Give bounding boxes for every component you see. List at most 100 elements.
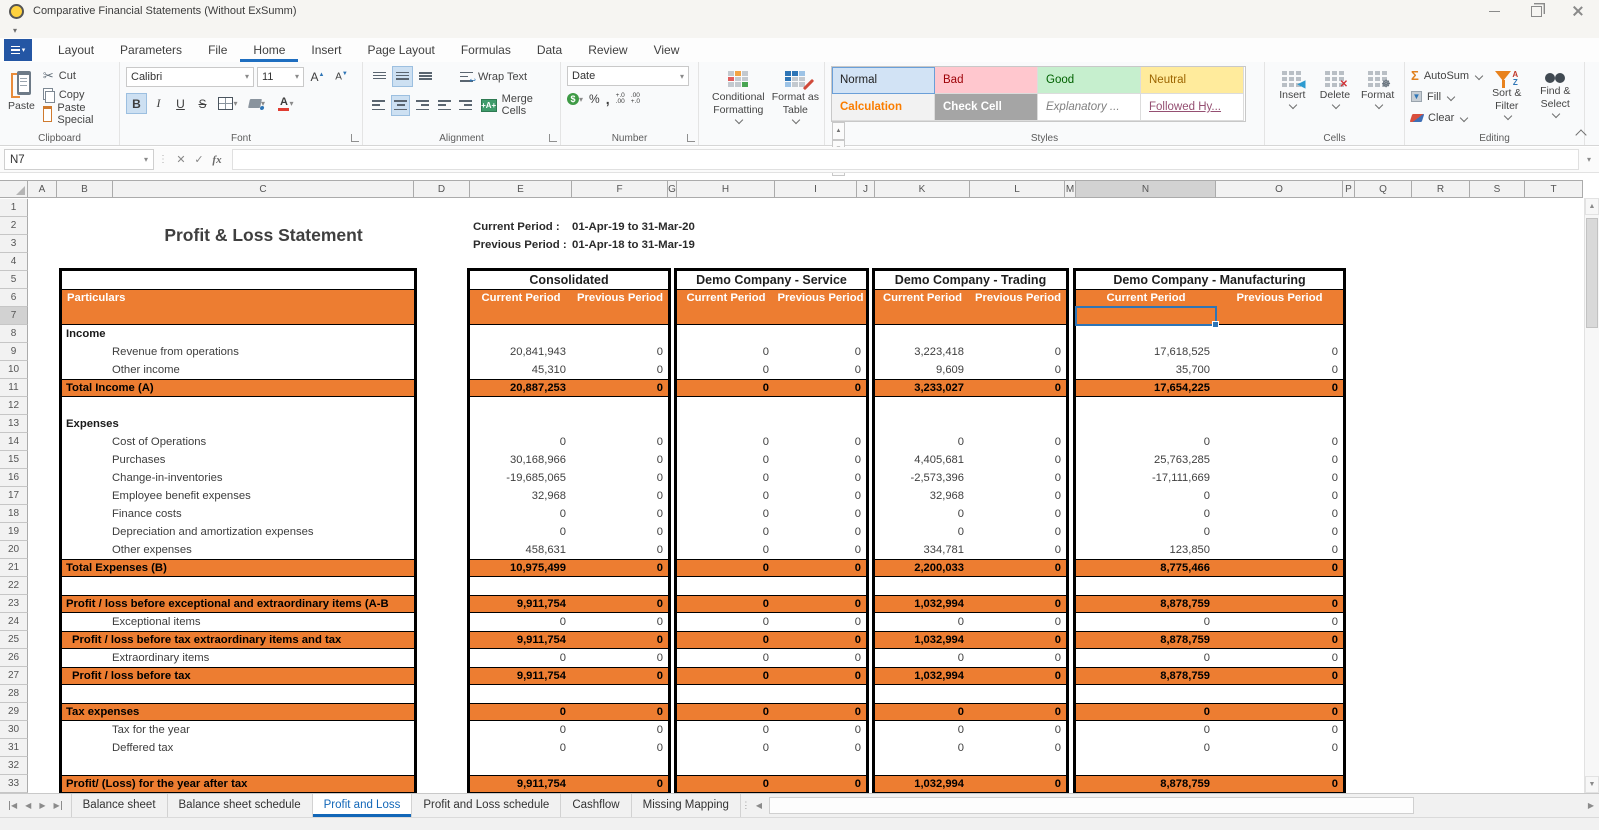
autosum-button[interactable]: Σ AutoSum <box>1411 66 1484 85</box>
cell-value[interactable]: 0 <box>572 739 663 757</box>
column-header-P[interactable]: P <box>1343 180 1355 198</box>
delete-cells-button[interactable]: ✕ Delete <box>1315 66 1355 131</box>
row-header-11[interactable]: 11 <box>0 379 28 397</box>
cell-value[interactable]: 0 <box>775 343 861 361</box>
row-header-27[interactable]: 27 <box>0 667 28 685</box>
cell-value[interactable]: 0 <box>1216 487 1338 505</box>
cell-value[interactable]: 45,310 <box>470 361 566 379</box>
font-dialog-launcher-icon[interactable] <box>351 134 359 142</box>
cell-value[interactable]: 0 <box>677 379 769 397</box>
row-header-16[interactable]: 16 <box>0 469 28 487</box>
column-header-L[interactable]: L <box>970 180 1065 198</box>
cell-value[interactable]: 0 <box>775 559 861 577</box>
cell-value[interactable]: 0 <box>572 595 663 613</box>
cell-value[interactable]: 3,223,418 <box>875 343 964 361</box>
shrink-font-button[interactable]: A▼ <box>331 66 352 87</box>
cell-value[interactable]: 0 <box>970 541 1061 559</box>
sheet-tab-profit-and-loss-schedule[interactable]: Profit and Loss schedule <box>412 794 562 817</box>
row-header-1[interactable]: 1 <box>0 199 28 217</box>
cell-value[interactable]: 0 <box>970 739 1061 757</box>
borders-button[interactable]: ▾ <box>214 93 242 114</box>
sheet-body[interactable]: 1 2 3 4 5 6 7 8 9 10 11 12 13 14 15 16 17 18 19 20 21 22 23 24 2… <box>0 199 1584 793</box>
previous-sheet-button[interactable]: ◀ <box>25 801 31 810</box>
cell-value[interactable]: 35,700 <box>1076 361 1210 379</box>
cell-value[interactable]: 0 <box>677 775 769 793</box>
insert-function-button[interactable]: fx <box>208 154 226 166</box>
cell-value[interactable]: 0 <box>1216 559 1338 577</box>
cell-value[interactable]: 0 <box>970 523 1061 541</box>
row-header-18[interactable]: 18 <box>0 505 28 523</box>
insert-cells-button[interactable]: ◀ Insert <box>1272 66 1312 131</box>
cell-value[interactable]: 0 <box>1216 343 1338 361</box>
cell-value[interactable]: 0 <box>1076 523 1210 541</box>
cell-value[interactable]: 0 <box>572 541 663 559</box>
cell-value[interactable]: 0 <box>875 721 964 739</box>
cell-value[interactable]: 0 <box>1216 703 1338 721</box>
cell-value[interactable]: 0 <box>1216 775 1338 793</box>
cut-button[interactable]: ✂ Cut <box>43 66 114 85</box>
cell-value[interactable]: 0 <box>970 649 1061 667</box>
tab-parameters[interactable]: Parameters <box>107 38 195 62</box>
cell-value[interactable]: 0 <box>970 505 1061 523</box>
find-select-button[interactable]: Find & Select <box>1531 66 1579 131</box>
cell-value[interactable]: 0 <box>1076 649 1210 667</box>
cell-value[interactable]: 0 <box>572 343 663 361</box>
cell-value[interactable]: 0 <box>470 505 566 523</box>
cell-value[interactable]: 0 <box>970 451 1061 469</box>
column-header-S[interactable]: S <box>1470 180 1525 198</box>
cell-value[interactable]: 0 <box>470 721 566 739</box>
align-middle-button[interactable] <box>392 66 413 87</box>
bold-button[interactable]: B <box>126 93 147 114</box>
row-header-30[interactable]: 30 <box>0 721 28 739</box>
cell-value[interactable]: 0 <box>572 469 663 487</box>
column-header-O[interactable]: O <box>1216 180 1343 198</box>
vertical-scrollbar[interactable]: ▲ ▼ <box>1584 198 1599 793</box>
conditional-formatting-button[interactable]: Conditional Formatting <box>705 66 772 131</box>
row-header-17[interactable]: 17 <box>0 487 28 505</box>
cell-value[interactable]: 0 <box>970 433 1061 451</box>
cell-value[interactable]: 0 <box>775 433 861 451</box>
cell-value[interactable]: 0 <box>677 667 769 685</box>
tab-layout[interactable]: Layout <box>45 38 107 62</box>
merge-cells-button[interactable]: +A+ Merge Cells <box>480 93 555 117</box>
cell-value[interactable]: 17,654,225 <box>1076 379 1210 397</box>
cell-value[interactable]: 0 <box>970 775 1061 793</box>
column-header-T[interactable]: T <box>1525 180 1583 198</box>
cell-value[interactable]: 8,878,759 <box>1076 667 1210 685</box>
column-header-N[interactable]: N <box>1076 180 1216 198</box>
cell-value[interactable]: 0 <box>875 523 964 541</box>
tab-file[interactable]: File <box>195 38 240 62</box>
cell-value[interactable]: 1,032,994 <box>875 595 964 613</box>
cell-value[interactable]: 0 <box>572 379 663 397</box>
cell-value[interactable]: 8,878,759 <box>1076 595 1210 613</box>
cell-value[interactable]: 0 <box>970 379 1061 397</box>
cell-value[interactable]: 10,975,499 <box>470 559 566 577</box>
column-header-C[interactable]: C <box>113 180 414 198</box>
next-sheet-button[interactable]: ▶ <box>39 801 45 810</box>
cell-value[interactable]: 0 <box>775 739 861 757</box>
cell-value[interactable]: 25,763,285 <box>1076 451 1210 469</box>
italic-button[interactable]: I <box>148 93 169 114</box>
vertical-scroll-thumb[interactable] <box>1586 218 1598 328</box>
column-header-F[interactable]: F <box>572 180 668 198</box>
cell-value[interactable]: 8,878,759 <box>1076 631 1210 649</box>
cell-value[interactable]: 0 <box>875 433 964 451</box>
restore-button[interactable] <box>1515 0 1557 22</box>
cell-value[interactable]: 0 <box>775 361 861 379</box>
cell-value[interactable]: 0 <box>775 379 861 397</box>
style-explanatory[interactable]: Explanatory ... <box>1038 94 1141 121</box>
selected-cell-N7[interactable] <box>1075 306 1219 328</box>
tab-view[interactable]: View <box>641 38 693 62</box>
cell-value[interactable]: 0 <box>572 775 663 793</box>
sheet-tab-missing-mapping[interactable]: Missing Mapping <box>632 794 741 817</box>
horizontal-scrollbar[interactable] <box>766 797 1583 814</box>
cell-value[interactable]: 9,911,754 <box>470 595 566 613</box>
cell-value[interactable]: 0 <box>775 523 861 541</box>
cell-value[interactable]: 0 <box>677 469 769 487</box>
scroll-down-button[interactable]: ▼ <box>1585 776 1599 793</box>
cell-value[interactable]: -2,573,396 <box>875 469 965 487</box>
style-calculation[interactable]: Calculation <box>832 94 935 121</box>
cell-value[interactable]: 9,911,754 <box>470 631 566 649</box>
cell-value[interactable]: 0 <box>572 487 663 505</box>
cell-value[interactable]: 0 <box>677 433 769 451</box>
